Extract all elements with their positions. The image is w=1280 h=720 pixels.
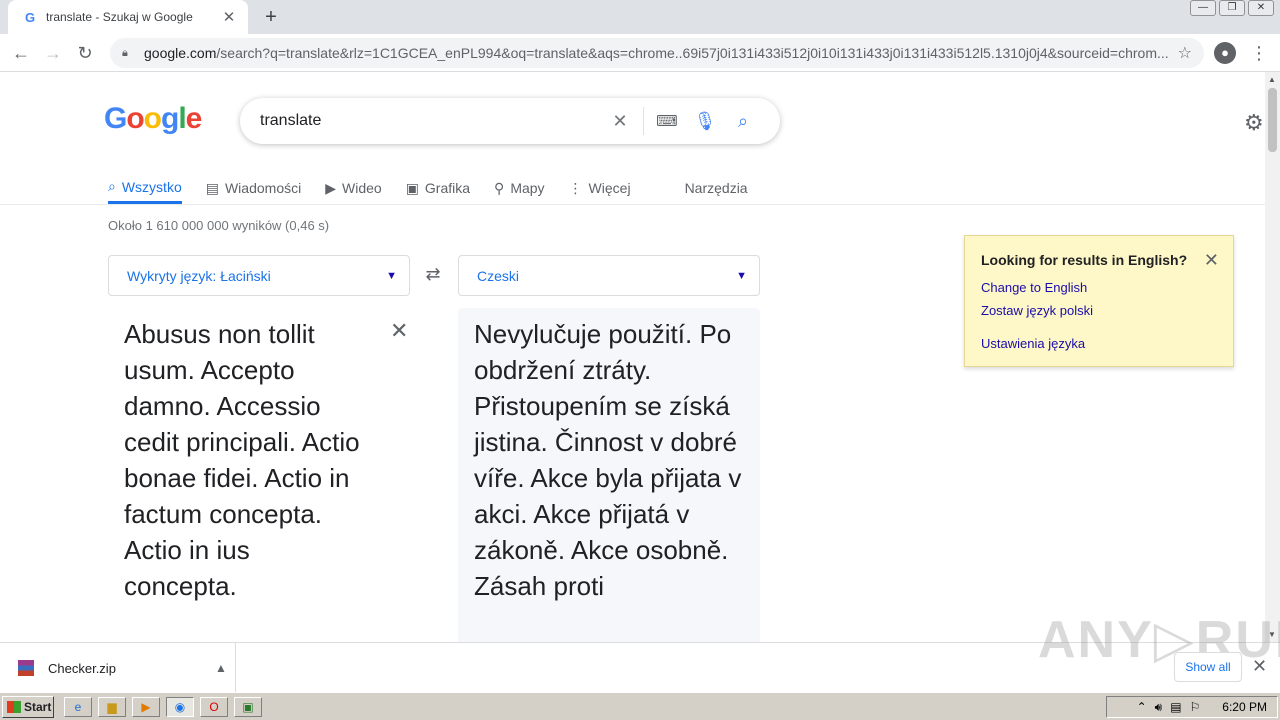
image-icon: ▣ bbox=[405, 179, 419, 196]
anyrun-watermark: ANY▷RUN bbox=[1038, 611, 1280, 669]
windows-taskbar: Start e ▆ ▶ ◉ O ▣ ⌃ 🔊︎ ▤ ⚐ 6:20 PM bbox=[0, 692, 1280, 720]
clear-search-icon[interactable]: ✕ bbox=[601, 111, 639, 132]
search-divider bbox=[643, 107, 644, 135]
logo-letter: l bbox=[178, 102, 186, 135]
tab-maps[interactable]: ⚲ Mapy bbox=[494, 172, 545, 204]
opera-icon[interactable]: O bbox=[200, 697, 228, 717]
keep-polish-link[interactable]: Zostaw język polski bbox=[981, 299, 1217, 322]
new-tab-button[interactable]: + bbox=[258, 4, 284, 30]
internet-explorer-icon[interactable]: e bbox=[64, 697, 92, 717]
news-icon: ▤ bbox=[205, 179, 219, 196]
winrar-archive-icon bbox=[18, 660, 34, 676]
window-controls: — ❐ ✕ bbox=[1190, 0, 1274, 16]
network-icon[interactable]: ▤ bbox=[1170, 700, 1181, 714]
clock[interactable]: 6:20 PM bbox=[1222, 700, 1267, 714]
system-tray: ⌃ 🔊︎ ▤ ⚐ 6:20 PM bbox=[1106, 696, 1278, 718]
media-player-icon[interactable]: ▶ bbox=[132, 697, 160, 717]
browser-toolbar: ← → ↻ 🔒︎ google.com/search?q=translate&r… bbox=[0, 34, 1280, 72]
download-item[interactable]: Checker.zip ▲ bbox=[18, 643, 236, 693]
microphone-icon[interactable]: 🎙︎ bbox=[686, 111, 724, 132]
logo-letter: o bbox=[143, 102, 162, 135]
flag-icon[interactable]: ⚐ bbox=[1190, 700, 1201, 714]
url-text: google.com/search?q=translate&rlz=1C1GCE… bbox=[144, 45, 1169, 61]
result-stats: Około 1 610 000 000 wyników (0,46 s) bbox=[108, 218, 330, 233]
download-filename: Checker.zip bbox=[48, 660, 116, 676]
chrome-icon[interactable]: ◉ bbox=[166, 697, 194, 717]
page-viewport: Google translate ✕ ⌨ 🎙︎ ⌕ ⚙ ⌕ Wszystko ▤ W… bbox=[0, 72, 1280, 642]
logo-letter: G bbox=[104, 102, 127, 135]
source-text-input[interactable]: Abusus non tollit usum. Accepto damno. A… bbox=[124, 316, 364, 604]
more-dots-icon: ⋮ bbox=[568, 179, 583, 196]
scrollbar-thumb[interactable] bbox=[1268, 88, 1277, 152]
clear-source-icon[interactable]: ✕ bbox=[390, 318, 408, 344]
language-suggestion-popup: Looking for results in English? ✕ Change… bbox=[964, 235, 1234, 367]
search-box[interactable]: translate ✕ ⌨ 🎙︎ ⌕ bbox=[240, 98, 780, 144]
dropdown-caret-icon: ▼ bbox=[736, 269, 747, 282]
target-language-select[interactable]: Czeski ▼ bbox=[458, 255, 760, 296]
play-icon: ▶ bbox=[325, 179, 336, 196]
minimize-button[interactable]: — bbox=[1190, 0, 1216, 16]
bookmark-star-icon[interactable]: ☆ bbox=[1178, 43, 1192, 63]
google-logo[interactable]: Google bbox=[104, 102, 203, 136]
volume-icon[interactable]: 🔊︎ bbox=[1155, 700, 1163, 715]
reload-button[interactable]: ↻ bbox=[72, 40, 98, 66]
lock-icon: 🔒︎ bbox=[122, 46, 128, 59]
search-tabs: ⌕ Wszystko ▤ Wiadomości ▶ Wideo ▣ Grafika ⚲ M… bbox=[108, 172, 748, 204]
logo-letter: g bbox=[161, 102, 179, 135]
page-scrollbar[interactable]: ▲ ▼ bbox=[1265, 72, 1280, 642]
tab-images[interactable]: ▣ Grafika bbox=[406, 172, 470, 204]
scroll-up-icon[interactable]: ▲ bbox=[1268, 75, 1276, 84]
address-bar[interactable]: 🔒︎ google.com/search?q=translate&rlz=1C1… bbox=[110, 38, 1204, 68]
tab-video[interactable]: ▶ Wideo bbox=[325, 172, 381, 204]
screen: G translate - Szukaj w Google ✕ + — ❐ ✕ … bbox=[0, 0, 1280, 720]
app-window-icon[interactable]: ▣ bbox=[234, 697, 262, 717]
keyboard-icon[interactable]: ⌨ bbox=[648, 112, 686, 130]
search-small-icon: ⌕ bbox=[108, 178, 116, 194]
tab-tools[interactable]: Narzędzia bbox=[685, 172, 748, 204]
logo-letter: e bbox=[185, 102, 203, 135]
show-all-downloads-button[interactable]: Show all bbox=[1174, 652, 1242, 682]
tabs-divider bbox=[0, 204, 1265, 205]
tab-close-icon[interactable]: ✕ bbox=[220, 8, 238, 26]
tab-more[interactable]: ⋮ Więcej bbox=[569, 172, 631, 204]
popup-close-icon[interactable]: ✕ bbox=[1204, 250, 1219, 271]
translation-output-text: Nevylučuje použití. Po obdržení ztráty. … bbox=[474, 319, 742, 601]
map-pin-icon: ⚲ bbox=[494, 179, 505, 196]
tab-all[interactable]: ⌕ Wszystko bbox=[108, 172, 182, 204]
change-to-english-link[interactable]: Change to English bbox=[981, 276, 1217, 299]
windows-logo-icon bbox=[7, 701, 21, 713]
browser-menu-icon[interactable]: ⋮ bbox=[1250, 40, 1268, 66]
forward-button[interactable]: → bbox=[40, 40, 66, 66]
search-input[interactable]: translate bbox=[260, 112, 601, 130]
swap-languages-icon[interactable]: ⇄ bbox=[420, 264, 446, 288]
chevron-up-icon[interactable]: ▲ bbox=[207, 661, 235, 675]
window-close-button[interactable]: ✕ bbox=[1248, 0, 1274, 16]
tab-news[interactable]: ▤ Wiadomości bbox=[206, 172, 301, 204]
popup-heading: Looking for results in English? bbox=[981, 252, 1188, 268]
logo-letter: o bbox=[126, 102, 144, 135]
dropdown-caret-icon: ▼ bbox=[386, 269, 397, 282]
source-language-select[interactable]: Wykryty język: Łaciński ▼ bbox=[108, 255, 410, 296]
google-favicon-icon: G bbox=[24, 9, 36, 25]
language-settings-link[interactable]: Ustawienia języka bbox=[981, 332, 1217, 355]
back-button[interactable]: ← bbox=[8, 40, 34, 66]
settings-gear-icon[interactable]: ⚙ bbox=[1244, 110, 1264, 136]
profile-icon[interactable]: ● bbox=[1214, 42, 1236, 64]
tab-title: translate - Szukaj w Google bbox=[46, 10, 193, 24]
tray-expand-icon[interactable]: ⌃ bbox=[1137, 700, 1147, 714]
restore-button[interactable]: ❐ bbox=[1219, 0, 1245, 16]
browser-tab[interactable]: G translate - Szukaj w Google ✕ bbox=[8, 0, 248, 34]
search-icon[interactable]: ⌕ bbox=[724, 111, 762, 132]
tab-strip: G translate - Szukaj w Google ✕ + — ❐ ✕ bbox=[0, 0, 1280, 34]
folder-icon[interactable]: ▆ bbox=[98, 697, 126, 717]
start-button[interactable]: Start bbox=[2, 696, 54, 718]
download-bar-close-icon[interactable]: ✕ bbox=[1252, 656, 1267, 677]
